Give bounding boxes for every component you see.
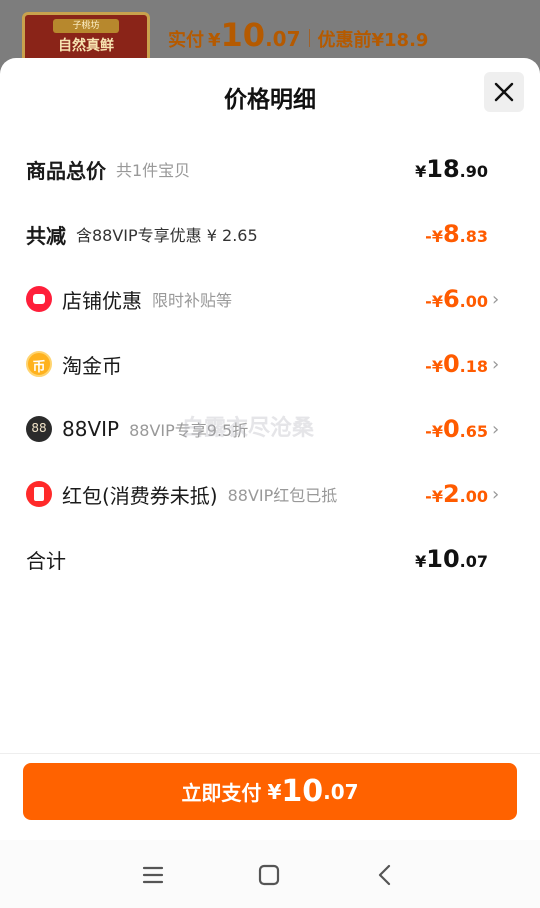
grand-total-dec: .07 (459, 552, 488, 571)
close-icon (494, 82, 514, 102)
88vip-dec: .65 (459, 422, 488, 441)
system-navbar (0, 840, 540, 908)
shop-discount-dec: .00 (459, 292, 488, 311)
shop-discount-int: 6 (442, 285, 460, 313)
goods-total-currency: ¥ (415, 162, 427, 181)
total-discount-note: 含88VIP专享优惠 ¥ 2.65 (76, 226, 258, 245)
shop-discount-label: 店铺优惠 (62, 288, 142, 313)
total-discount-amount: -¥ 8.83 (425, 220, 488, 248)
total-discount-int: 8 (442, 220, 460, 248)
goods-total-label: 商品总价 (26, 158, 106, 183)
total-discount-prefix: -¥ (425, 227, 443, 246)
88vip-icon-char: 88 (31, 421, 47, 435)
red-packet-int: 2 (442, 480, 460, 508)
grand-total-amount: ¥10.07 (415, 545, 488, 573)
pay-int: 10 (220, 16, 266, 54)
product-thumbnail-name: 自然真鲜 (58, 38, 114, 54)
88vip-label: 88VIP (62, 417, 120, 441)
grand-total-int: 10 (426, 545, 460, 573)
red-packet-amount: -¥ 2.00 (425, 480, 488, 508)
taojinbi-int: 0 (442, 350, 460, 378)
pay-dec: .07 (265, 27, 301, 51)
shop-discount-note: 限时补贴等 (152, 291, 233, 310)
goods-total-amount: ¥18.90 (415, 155, 488, 183)
red-packet-note: 88VIP红包已抵 (227, 486, 338, 505)
88vip-icon: 88 (26, 416, 52, 442)
taojinbi-amount: -¥ 0.18 (425, 350, 488, 378)
watermark: 白露衣尽沧桑 (182, 416, 315, 441)
goods-total-dec: .90 (459, 162, 488, 181)
product-thumbnail-seal: 子桃坊 (53, 19, 119, 33)
pay-now-label: 立即支付 (181, 781, 262, 805)
grand-total-label: 合计 (26, 548, 66, 573)
shop-discount-prefix: -¥ (425, 292, 443, 311)
close-button[interactable] (484, 72, 524, 112)
taojinbi-prefix: -¥ (425, 357, 443, 376)
red-packet-prefix: -¥ (425, 487, 443, 506)
chevron-right-icon: › (492, 288, 500, 310)
coin-icon-char: 币 (32, 360, 46, 375)
total-discount-label: 共减 (26, 223, 66, 248)
price-separator (308, 29, 310, 47)
red-packet-label: 红包(消费券未抵) (62, 483, 218, 508)
shop-icon (26, 286, 52, 312)
home-icon[interactable] (254, 860, 284, 890)
row-red-packet[interactable]: 红包(消费券未抵) 88VIP红包已抵 -¥ 2.00 › (26, 474, 510, 514)
divider (0, 753, 540, 754)
back-icon[interactable] (370, 860, 400, 890)
shop-discount-amount: -¥ 6.00 (425, 285, 488, 313)
row-goods-total: 商品总价 共1件宝贝 ¥18.90 (26, 149, 510, 189)
background-price: 实付 ¥ 10 .07 优惠前¥18.9 (168, 16, 428, 60)
sheet-title: 价格明细 (224, 87, 316, 113)
pay-currency: ¥ (208, 30, 221, 51)
coin-icon: 币 (26, 351, 52, 377)
pay-label: 实付 (168, 30, 204, 51)
taojinbi-label: 淘金币 (62, 353, 122, 378)
grand-total-currency: ¥ (415, 552, 427, 571)
goods-total-int: 18 (426, 155, 460, 183)
red-packet-icon (26, 481, 52, 507)
price-before-discount: 优惠前¥18.9 (317, 30, 429, 51)
88vip-amount: -¥ 0.65 (425, 415, 488, 443)
taojinbi-dec: .18 (459, 357, 488, 376)
row-shop-discount[interactable]: 店铺优惠 限时补贴等 -¥ 6.00 › (26, 279, 510, 319)
chevron-right-icon: › (492, 418, 500, 440)
pay-now-int: 10 (281, 774, 324, 809)
pay-now-dec: .07 (323, 779, 359, 804)
pay-now-currency: ¥ (267, 779, 282, 804)
total-discount-dec: .83 (459, 227, 488, 246)
row-total-discount: 共减 含88VIP专享优惠 ¥ 2.65 -¥ 8.83 (26, 214, 510, 254)
88vip-prefix: -¥ (425, 422, 443, 441)
goods-count: 共1件宝贝 (116, 161, 191, 180)
chevron-right-icon: › (492, 483, 500, 505)
row-grand-total: 合计 ¥10.07 (26, 539, 510, 579)
red-packet-dec: .00 (459, 487, 488, 506)
pay-now-button[interactable]: 立即支付 ¥ 10 .07 (23, 763, 517, 820)
88vip-int: 0 (442, 415, 460, 443)
menu-icon[interactable] (138, 860, 168, 890)
row-taojinbi[interactable]: 币 淘金币 -¥ 0.18 › (26, 344, 510, 384)
chevron-right-icon: › (492, 353, 500, 375)
